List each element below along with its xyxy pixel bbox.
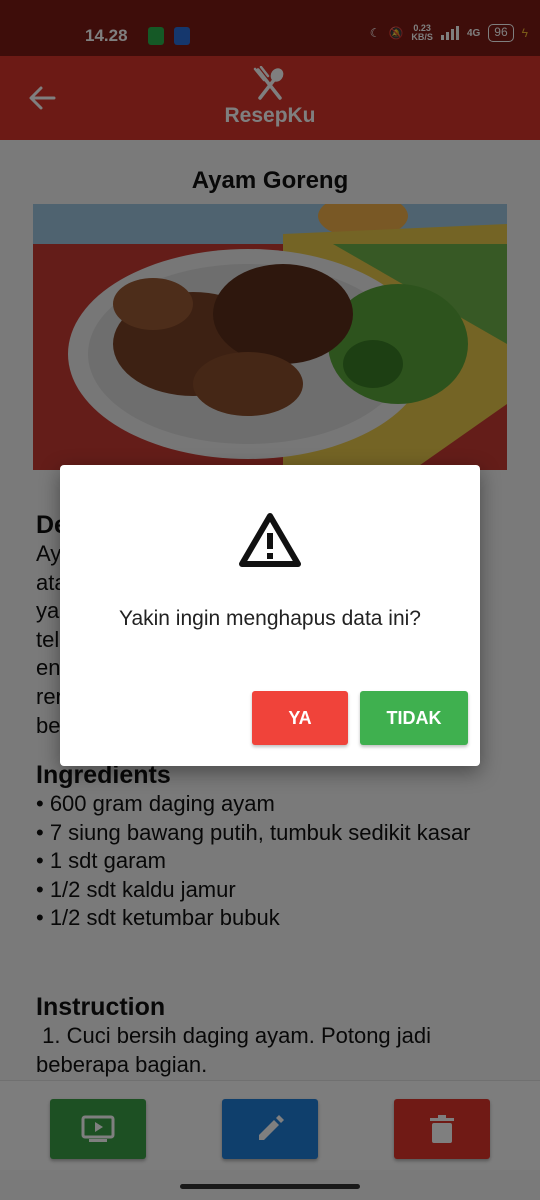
confirm-yes-button[interactable]: YA — [252, 691, 348, 745]
confirm-delete-dialog: Yakin ingin menghapus data ini? YA TIDAK — [60, 465, 480, 766]
warning-triangle-icon — [239, 513, 301, 567]
cancel-no-button[interactable]: TIDAK — [360, 691, 468, 745]
dialog-message: Yakin ingin menghapus data ini? — [119, 607, 421, 630]
